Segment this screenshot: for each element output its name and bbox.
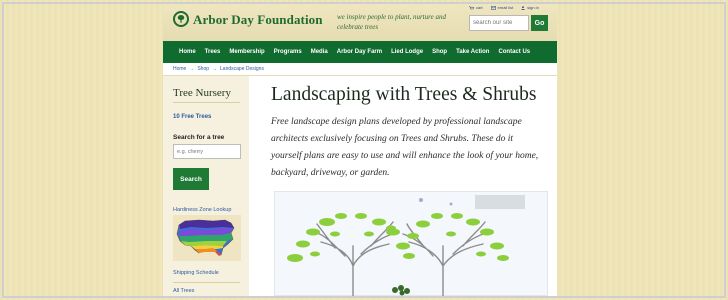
email-list-link-label: email list xyxy=(497,5,514,10)
sign-in-link[interactable]: sign in xyxy=(521,5,539,10)
cart-icon xyxy=(469,5,474,9)
tree-logo-icon[interactable] xyxy=(173,11,189,27)
breadcrumb-landscape-designs[interactable]: Landscape Designs xyxy=(220,66,264,72)
main-nav: Home Trees Membership Programs Media Arb… xyxy=(163,41,557,63)
sign-in-link-label: sign in xyxy=(527,5,539,10)
site-header: Arbor Day Foundation we inspire people t… xyxy=(163,4,557,41)
site-tagline: we inspire people to plant, nurture and … xyxy=(337,13,446,31)
breadcrumb-separator: → xyxy=(212,66,218,72)
hardiness-zone-link[interactable]: Hardiness Zone Lookup xyxy=(173,207,231,213)
free-trees-link[interactable]: 10 Free Trees xyxy=(173,114,211,120)
email-list-link[interactable]: email list xyxy=(490,5,514,10)
sidebar-divider xyxy=(173,102,240,103)
email-icon xyxy=(490,5,496,10)
nav-item-contact-us[interactable]: Contact Us xyxy=(498,49,530,55)
page-title: Landscaping with Trees & Shrubs xyxy=(271,84,537,105)
nav-item-trees[interactable]: Trees xyxy=(205,49,221,55)
landscape-illustration xyxy=(274,191,548,296)
nav-item-programs[interactable]: Programs xyxy=(274,49,302,55)
cart-link-label: cart xyxy=(476,5,483,10)
sidebar: Tree Nursery 10 Free Trees Search for a … xyxy=(163,76,249,296)
nav-item-home[interactable]: Home xyxy=(179,49,196,55)
utility-links: cart email list sign in xyxy=(469,5,539,10)
nav-item-lied-lodge[interactable]: Lied Lodge xyxy=(391,49,423,55)
tree-search-button[interactable]: Search xyxy=(173,168,209,190)
tree-search-input[interactable] xyxy=(173,144,241,159)
page-intro: Free landscape design plans developed by… xyxy=(271,117,539,178)
breadcrumb: Home → Shop → Landscape Designs xyxy=(173,66,264,72)
hardiness-zone-map[interactable] xyxy=(173,215,241,261)
all-trees-link[interactable]: All Trees xyxy=(173,288,194,294)
sidebar-title: Tree Nursery xyxy=(173,87,231,99)
site-logo[interactable]: Arbor Day Foundation xyxy=(193,12,323,28)
nav-item-take-action[interactable]: Take Action xyxy=(456,49,489,55)
user-icon xyxy=(521,5,525,10)
breadcrumb-home[interactable]: Home xyxy=(173,66,186,72)
cart-link[interactable]: cart xyxy=(469,5,483,10)
nav-item-membership[interactable]: Membership xyxy=(229,49,264,55)
browser-page: Arbor Day Foundation we inspire people t… xyxy=(163,4,557,296)
nav-item-media[interactable]: Media xyxy=(311,49,328,55)
search-go-button[interactable]: Go xyxy=(531,15,548,31)
nav-item-arbor-day-farm[interactable]: Arbor Day Farm xyxy=(337,49,382,55)
nav-item-shop[interactable]: Shop xyxy=(432,49,447,55)
breadcrumb-separator: → xyxy=(189,66,195,72)
site-search-input[interactable] xyxy=(469,15,529,31)
tree-search-label: Search for a tree xyxy=(173,134,225,141)
sidebar-divider xyxy=(173,282,240,283)
breadcrumb-shop[interactable]: Shop xyxy=(197,66,209,72)
shipping-schedule-link[interactable]: Shipping Schedule xyxy=(173,270,219,276)
